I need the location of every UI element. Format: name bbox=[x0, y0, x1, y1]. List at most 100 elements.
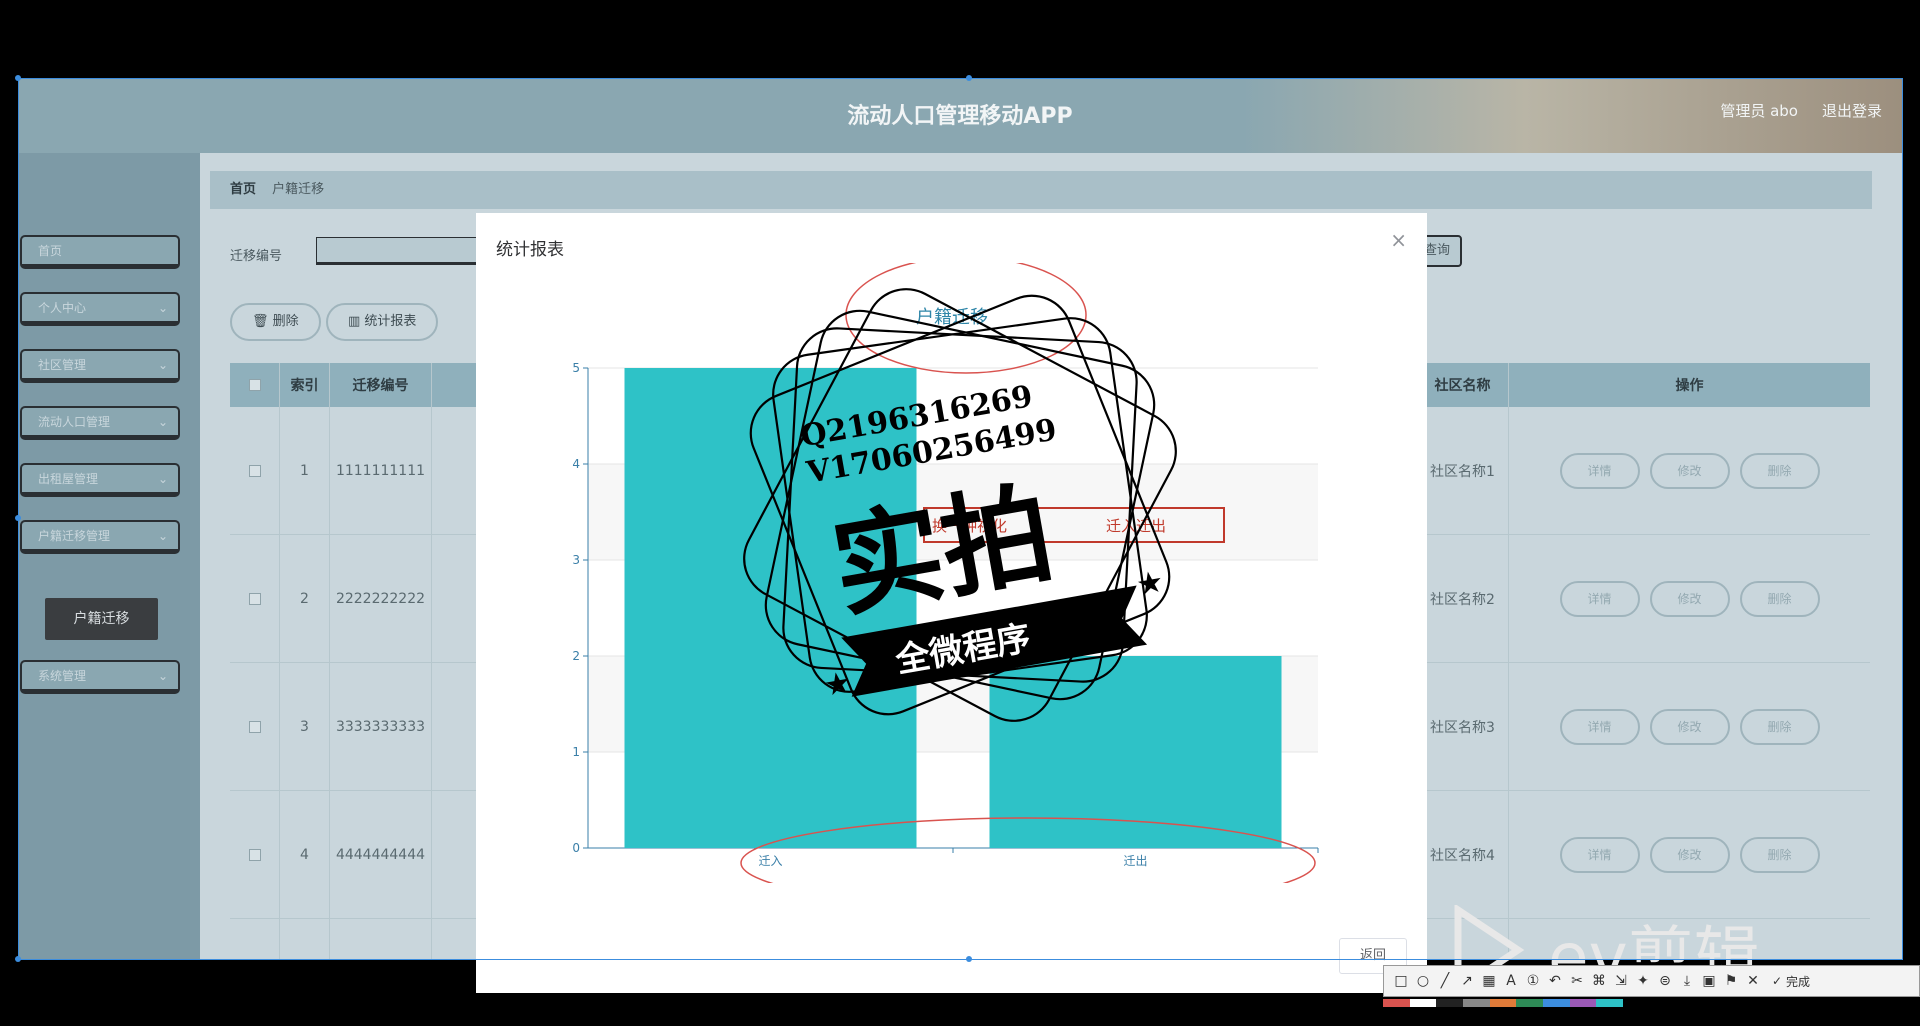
row-actions: 详情修改删除 bbox=[1509, 535, 1870, 662]
row-actions: 详情修改删除 bbox=[1509, 791, 1870, 918]
ocr-icon[interactable]: ⌘ bbox=[1588, 970, 1610, 992]
selection-top-border bbox=[18, 78, 1902, 79]
row-delete-button[interactable]: 删除 bbox=[1739, 836, 1820, 873]
header-actions: 操作 bbox=[1675, 378, 1704, 394]
edit-button[interactable]: 修改 bbox=[1649, 580, 1730, 617]
download-icon[interactable]: ⤓ bbox=[1676, 970, 1698, 992]
sidebar-item-home[interactable]: 首页 bbox=[20, 235, 180, 269]
sidebar-item-floating[interactable]: 流动人口管理 ⌄ bbox=[20, 406, 180, 440]
sidebar-item-migration[interactable]: 户籍迁移管理 ⌄ bbox=[20, 520, 180, 554]
row-index: 5 bbox=[280, 919, 330, 960]
detail-button[interactable]: 详情 bbox=[1559, 580, 1640, 617]
chevron-down-icon: ⌄ bbox=[157, 529, 168, 543]
arrow-tool-icon[interactable]: ↗ bbox=[1456, 970, 1478, 992]
row-delete-button[interactable]: 删除 bbox=[1739, 452, 1820, 489]
row-checkbox[interactable] bbox=[248, 720, 261, 733]
resize-handle[interactable] bbox=[15, 515, 21, 521]
resize-handle[interactable] bbox=[966, 75, 972, 81]
detail-button[interactable]: 详情 bbox=[1559, 708, 1640, 745]
detail-button[interactable]: 详情 bbox=[1559, 452, 1640, 489]
detail-button[interactable]: 详情 bbox=[1559, 836, 1640, 873]
row-delete-button[interactable]: 删除 bbox=[1739, 580, 1820, 617]
row-actions: 详情修改删除 bbox=[1509, 919, 1870, 960]
bar bbox=[624, 368, 917, 848]
color-blue[interactable] bbox=[1543, 999, 1570, 1007]
color-black[interactable] bbox=[1436, 999, 1464, 1007]
color-green[interactable] bbox=[1516, 999, 1544, 1007]
close-icon[interactable]: × bbox=[1390, 228, 1407, 252]
select-all-checkbox[interactable] bbox=[248, 379, 261, 391]
header-index: 索引 bbox=[280, 363, 330, 407]
done-label: 完成 bbox=[1785, 974, 1810, 989]
sidebar-item-system[interactable]: 系统管理 ⌄ bbox=[20, 660, 180, 694]
row-community bbox=[1417, 919, 1509, 960]
row-checkbox-cell[interactable] bbox=[230, 919, 280, 960]
row-community: 社区名称1 bbox=[1417, 407, 1509, 534]
breadcrumb-home[interactable]: 首页 bbox=[230, 182, 256, 197]
resize-handle[interactable] bbox=[15, 75, 21, 81]
row-index: 1 bbox=[280, 407, 330, 534]
rect-tool-icon[interactable]: □ bbox=[1390, 970, 1412, 992]
bar bbox=[989, 656, 1282, 848]
toolbox-switch-text: 换一种视化 bbox=[932, 517, 1007, 535]
row-community: 社区名称4 bbox=[1417, 791, 1509, 918]
y-tick-label: 4 bbox=[572, 457, 580, 471]
row-checkbox[interactable] bbox=[248, 848, 261, 861]
undo-icon[interactable]: ↶ bbox=[1544, 970, 1566, 992]
color-palette bbox=[1383, 999, 1624, 1007]
sidebar-subitem-migration[interactable]: 户籍迁移 bbox=[45, 598, 158, 640]
pin-screen-icon[interactable]: ✦ bbox=[1632, 970, 1654, 992]
translate-icon[interactable]: ⊜ bbox=[1654, 970, 1676, 992]
color-white[interactable] bbox=[1409, 999, 1437, 1007]
logout-link[interactable]: 退出登录 bbox=[1822, 100, 1882, 121]
top-right-menu: 管理员 abo 退出登录 bbox=[1720, 100, 1882, 121]
bookmark-icon[interactable]: ⚑ bbox=[1720, 970, 1742, 992]
select-all-cell[interactable] bbox=[230, 363, 280, 407]
resize-handle[interactable] bbox=[15, 956, 21, 962]
edit-button[interactable]: 修改 bbox=[1649, 836, 1730, 873]
resize-handle[interactable] bbox=[966, 956, 972, 962]
done-button[interactable]: ✓ 完成 bbox=[1764, 970, 1818, 992]
pin-icon[interactable]: ✂ bbox=[1566, 970, 1588, 992]
row-checkbox-cell[interactable] bbox=[230, 535, 280, 662]
row-actions: 详情修改删除 bbox=[1509, 663, 1870, 790]
sidebar-item-rental[interactable]: 出租屋管理 ⌄ bbox=[20, 463, 180, 497]
edit-button[interactable]: 修改 bbox=[1649, 708, 1730, 745]
trash-icon: 🗑 bbox=[252, 314, 273, 329]
chevron-down-icon: ⌄ bbox=[157, 358, 168, 372]
row-checkbox-cell[interactable] bbox=[230, 663, 280, 790]
sidebar-item-profile[interactable]: 个人中心 ⌄ bbox=[20, 292, 180, 326]
scroll-icon[interactable]: ⇲ bbox=[1610, 970, 1632, 992]
edit-button[interactable]: 修改 bbox=[1649, 452, 1730, 489]
color-purple[interactable] bbox=[1569, 999, 1597, 1007]
number-tool-icon[interactable]: ① bbox=[1522, 970, 1544, 992]
sidebar-item-community[interactable]: 社区管理 ⌄ bbox=[20, 349, 180, 383]
color-orange[interactable] bbox=[1489, 999, 1517, 1007]
row-code: 2222222222 bbox=[330, 535, 432, 662]
y-tick-label: 5 bbox=[572, 361, 580, 375]
line-tool-icon[interactable]: ╱ bbox=[1434, 970, 1456, 992]
sidebar-item-label: 出租屋管理 bbox=[38, 472, 99, 486]
screen-frame: 流动人口管理移动APP 管理员 abo 退出登录 首页 个人中心 ⌄ 社区管理 ⌄ … bbox=[0, 0, 1920, 1026]
row-checkbox-cell[interactable] bbox=[230, 791, 280, 918]
row-checkbox[interactable] bbox=[248, 592, 261, 605]
row-delete-button[interactable]: 删除 bbox=[1739, 708, 1820, 745]
report-button[interactable]: ▥ 统计报表 bbox=[326, 303, 439, 341]
save-icon[interactable]: ▣ bbox=[1698, 970, 1720, 992]
row-checkbox[interactable] bbox=[248, 464, 261, 477]
text-tool-icon[interactable]: A bbox=[1500, 970, 1522, 992]
breadcrumb: 首页 户籍迁移 bbox=[210, 171, 1872, 209]
mosaic-tool-icon[interactable]: ▦ bbox=[1478, 970, 1500, 992]
color-gray[interactable] bbox=[1463, 999, 1490, 1007]
snipping-toolbar: □ ○ ╱ ↗ ▦ A ① ↶ ✂ ⌘ ⇲ ✦ ⊜ ⤓ ▣ ⚑ ✕ ✓ 完成 bbox=[1383, 965, 1920, 997]
modal-title: 统计报表 bbox=[496, 240, 564, 260]
cancel-icon[interactable]: ✕ bbox=[1742, 970, 1764, 992]
ellipse-tool-icon[interactable]: ○ bbox=[1412, 970, 1434, 992]
row-code: 5555555555 bbox=[330, 919, 432, 960]
sidebar: 首页 个人中心 ⌄ 社区管理 ⌄ 流动人口管理 ⌄ 出租屋管理 ⌄ 户籍迁移管理 ⌄ 户籍… bbox=[18, 153, 200, 960]
row-checkbox-cell[interactable] bbox=[230, 407, 280, 534]
row-code: 1111111111 bbox=[330, 407, 432, 534]
color-red[interactable] bbox=[1383, 999, 1410, 1007]
delete-button[interactable]: 🗑 删除 bbox=[230, 303, 321, 341]
color-cyan[interactable] bbox=[1596, 999, 1624, 1007]
